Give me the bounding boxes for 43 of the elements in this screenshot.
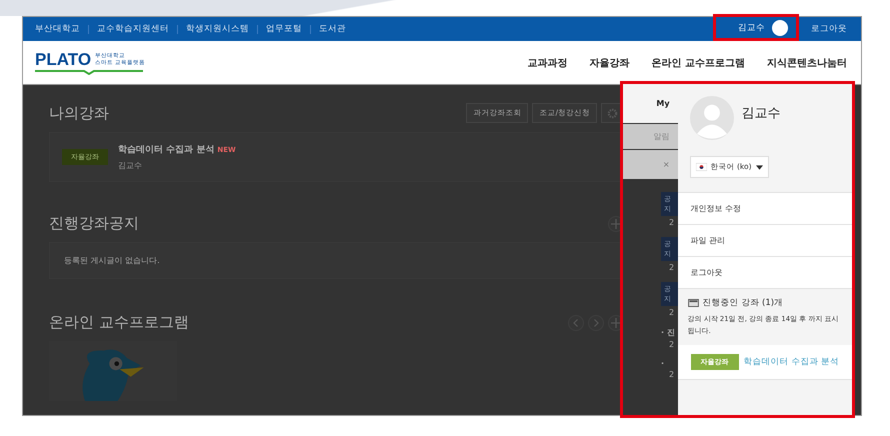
- notice-date: 2: [668, 370, 674, 379]
- notice-date: 2: [668, 308, 674, 317]
- course-link[interactable]: 학습데이터 수집과 분석: [744, 356, 839, 368]
- nav-link[interactable]: 교과과정: [528, 56, 568, 70]
- top-link[interactable]: 업무포털: [266, 23, 302, 35]
- nav-link[interactable]: 지식콘텐츠나눔터: [767, 56, 847, 70]
- panel-tab[interactable]: My: [623, 84, 678, 124]
- profile-name: 김교수: [742, 105, 781, 122]
- notice-title: · 진: [661, 327, 675, 338]
- menu-item[interactable]: 파일 관리: [678, 224, 852, 256]
- course-title: 학습데이터 수집과 분석: [118, 145, 214, 155]
- next-button[interactable]: [588, 314, 604, 330]
- notice-date: 2: [668, 263, 674, 272]
- section-title: 온라인 교수프로그램: [49, 313, 189, 332]
- previous-button[interactable]: [568, 314, 584, 330]
- empty-message: 등록된 게시글이 없습니다.: [64, 256, 160, 265]
- progress-heading: 진행중인 강좌 (1)개: [702, 297, 784, 309]
- avatar-icon: [772, 20, 788, 36]
- top-link[interactable]: 교수학습지원센터: [97, 23, 169, 35]
- nav-link[interactable]: 자율강좌: [590, 56, 630, 70]
- chevron-left-icon: [571, 318, 581, 328]
- flag-icon: [696, 163, 707, 171]
- top-link[interactable]: 학생지원시스템: [186, 23, 249, 35]
- notice-date: 2: [668, 218, 674, 227]
- logout-link[interactable]: 로그아웃: [811, 23, 847, 35]
- instructor-name: 김교수: [118, 160, 143, 171]
- nav-link[interactable]: 온라인 교수프로그램: [652, 56, 745, 70]
- avatar-icon: [690, 96, 734, 140]
- section-title: 진행강좌공지: [49, 214, 139, 233]
- user-menu-button[interactable]: 김교수: [713, 14, 799, 41]
- caret-icon: [756, 164, 762, 170]
- top-link[interactable]: 도서관: [319, 23, 346, 35]
- section-title: 나의강좌: [49, 104, 109, 122]
- plus-icon: [611, 218, 621, 228]
- settings-icon: [607, 108, 618, 118]
- menu-item[interactable]: 로그아웃: [678, 256, 852, 288]
- plus-icon: [611, 318, 621, 328]
- chevron-right-icon: [591, 318, 601, 328]
- menu-item[interactable]: 개인정보 수정: [678, 192, 852, 224]
- monitor-icon: [688, 299, 699, 307]
- notice-date: 2: [668, 340, 674, 349]
- notice-title: ·: [661, 359, 664, 368]
- top-link[interactable]: 부산대학교: [35, 23, 80, 35]
